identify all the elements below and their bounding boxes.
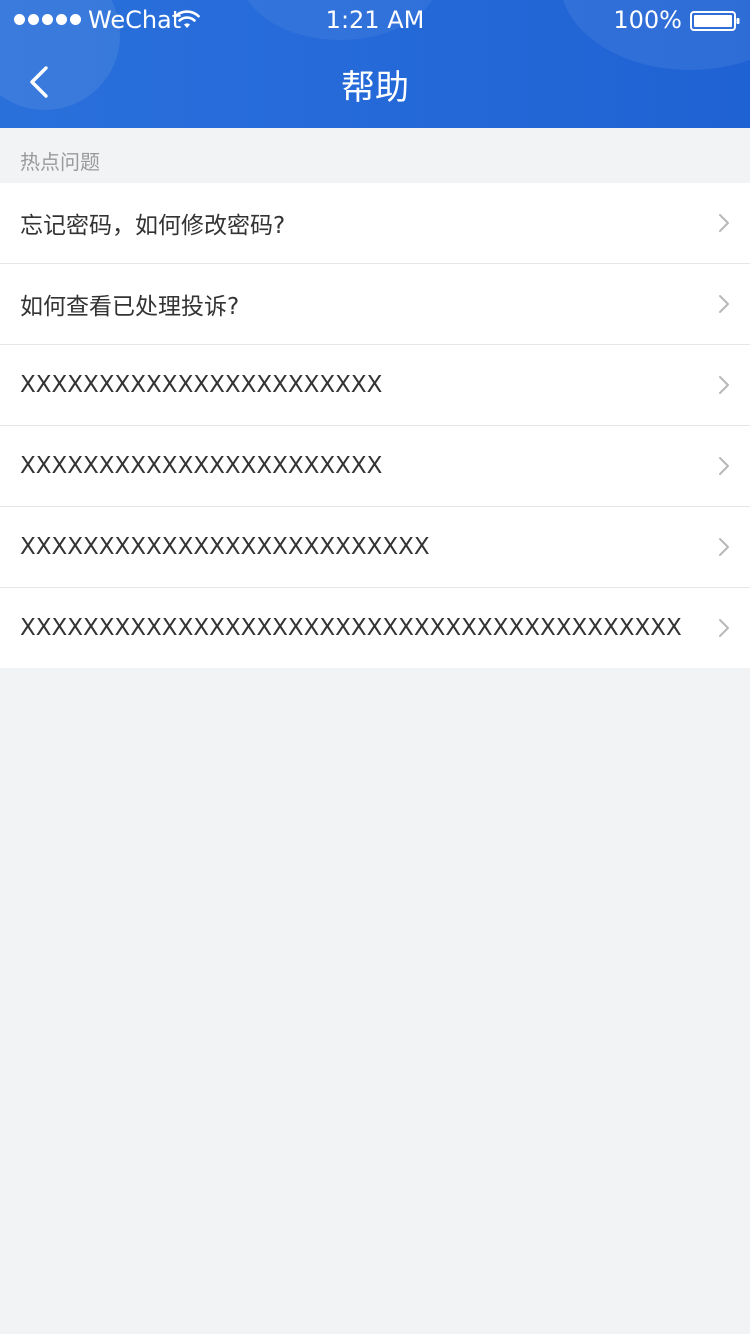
page-title: 帮助 [341,68,409,108]
list-item[interactable]: XXXXXXXXXXXXXXXXXXXXXXX [0,426,750,507]
list-item[interactable]: 如何查看已处理投诉? [0,264,750,345]
chevron-right-icon [719,295,729,313]
chevron-right-icon [719,538,729,556]
list-item-label: 忘记密码，如何修改密码? [20,213,286,239]
list-item-label: 如何查看已处理投诉? [20,294,240,320]
chevron-right-icon [719,376,729,394]
chevron-right-icon [719,214,729,232]
status-bar: WeChat 1:21 AM 100% [0,0,750,40]
list-item-label: XXXXXXXXXXXXXXXXXXXXXXXXXXXXXXXXXXXXXXXX… [20,615,682,641]
list-item[interactable]: XXXXXXXXXXXXXXXXXXXXXXXXXX [0,507,750,588]
faq-list: 忘记密码，如何修改密码? 如何查看已处理投诉? XXXXXXXXXXXXXXXX… [0,183,750,668]
list-item-label: XXXXXXXXXXXXXXXXXXXXXXX [20,453,383,479]
chevron-right-icon [719,457,729,475]
chevron-right-icon [719,619,729,637]
section-title: 热点问题 [20,150,100,174]
battery-icon [690,11,740,31]
list-item-label: XXXXXXXXXXXXXXXXXXXXXXXXXX [20,534,430,560]
nav-header: WeChat 1:21 AM 100% 帮助 [0,0,750,128]
list-item-label: XXXXXXXXXXXXXXXXXXXXXXX [20,372,383,398]
list-item[interactable]: XXXXXXXXXXXXXXXXXXXXXXXXXXXXXXXXXXXXXXXX… [0,588,750,668]
list-item[interactable]: 忘记密码，如何修改密码? [0,183,750,264]
list-item[interactable]: XXXXXXXXXXXXXXXXXXXXXXX [0,345,750,426]
battery-percentage: 100% [613,6,682,34]
